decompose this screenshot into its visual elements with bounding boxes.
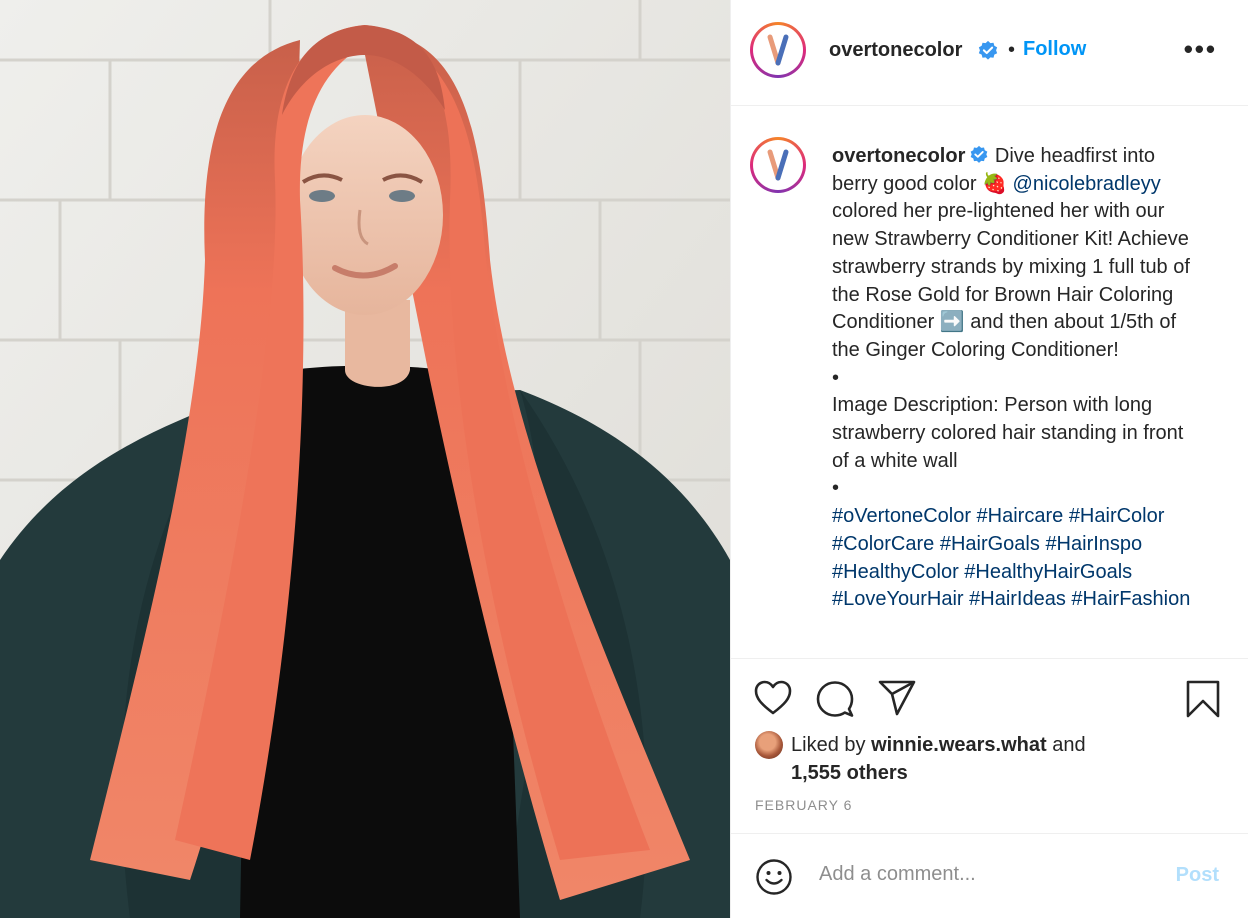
brand-logo-icon xyxy=(767,34,789,66)
caption-avatar[interactable] xyxy=(750,137,806,193)
liker-avatar[interactable] xyxy=(755,731,783,759)
post-date[interactable]: FEBRUARY 6 xyxy=(755,797,852,813)
header-separator: • xyxy=(1008,39,1016,61)
heart-icon[interactable] xyxy=(753,679,793,717)
likes-prefix: Liked by xyxy=(791,734,872,756)
bookmark-icon[interactable] xyxy=(1185,679,1221,719)
post-comment-button[interactable]: Post xyxy=(1176,864,1219,887)
likes-middle: and xyxy=(1046,734,1086,756)
share-icon[interactable] xyxy=(877,679,917,717)
arrow-right-emoji: ➡️ xyxy=(939,311,965,334)
verified-icon xyxy=(971,145,988,163)
emoji-icon[interactable] xyxy=(755,858,793,896)
instagram-post: overtonecolor • Follow ••• overtonecolor… xyxy=(0,0,1248,918)
hashtag-link[interactable]: #Haircare xyxy=(977,505,1064,527)
hashtag-link[interactable]: #HairGoals xyxy=(940,533,1040,555)
hashtag-link[interactable]: #HairColor xyxy=(1069,505,1165,527)
caption-username[interactable]: overtonecolor xyxy=(832,145,965,167)
comment-bar: Post xyxy=(731,833,1248,918)
post-image xyxy=(0,0,730,918)
strawberry-emoji: 🍓 xyxy=(982,172,1007,195)
account-username[interactable]: overtonecolor xyxy=(829,39,962,62)
verified-icon xyxy=(978,40,998,60)
brand-logo-icon xyxy=(767,149,789,181)
image-description: Image Description: Person with long stra… xyxy=(832,394,1184,472)
hashtag-link[interactable]: #LoveYourHair xyxy=(832,588,964,610)
likes-text: Liked by winnie.wears.what and 1,555 oth… xyxy=(791,731,1171,787)
follow-button[interactable]: Follow xyxy=(1023,38,1086,61)
hashtag-link[interactable]: #HairIdeas xyxy=(969,588,1066,610)
more-icon[interactable]: ••• xyxy=(1184,34,1217,65)
comment-input[interactable] xyxy=(817,862,1151,887)
post-actions: Liked by winnie.wears.what and 1,555 oth… xyxy=(731,658,1248,833)
liker-username[interactable]: winnie.wears.what xyxy=(871,734,1047,756)
post-caption: overtonecolor Dive headfirst into berry … xyxy=(832,143,1202,614)
caption-bullet: • xyxy=(832,366,840,389)
likes-count-link[interactable]: 1,555 others xyxy=(791,762,908,784)
hashtag-link[interactable]: #oVertoneColor xyxy=(832,505,971,527)
mention-link[interactable]: @nicolebradleyy xyxy=(1013,173,1161,195)
account-avatar[interactable] xyxy=(750,22,806,78)
hashtag-link[interactable]: #HairFashion xyxy=(1071,588,1190,610)
caption-bullet: • xyxy=(832,477,840,500)
hashtag-list: #oVertoneColor #Haircare #HairColor #Col… xyxy=(832,503,1202,614)
post-photo[interactable] xyxy=(0,0,730,918)
caption-body: overtonecolor Dive headfirst into berry … xyxy=(832,143,1202,365)
hashtag-link[interactable]: #HealthyColor xyxy=(832,561,959,583)
hashtag-link[interactable]: #HairInspo xyxy=(1045,533,1142,555)
comment-icon[interactable] xyxy=(815,679,855,719)
hashtag-link[interactable]: #ColorCare xyxy=(832,533,934,555)
hashtag-link[interactable]: #HealthyHairGoals xyxy=(964,561,1132,583)
caption-scroll-area[interactable]: overtonecolor Dive headfirst into berry … xyxy=(731,107,1248,658)
post-panel: overtonecolor • Follow ••• overtonecolor… xyxy=(730,0,1248,918)
post-header: overtonecolor • Follow ••• xyxy=(731,0,1248,106)
